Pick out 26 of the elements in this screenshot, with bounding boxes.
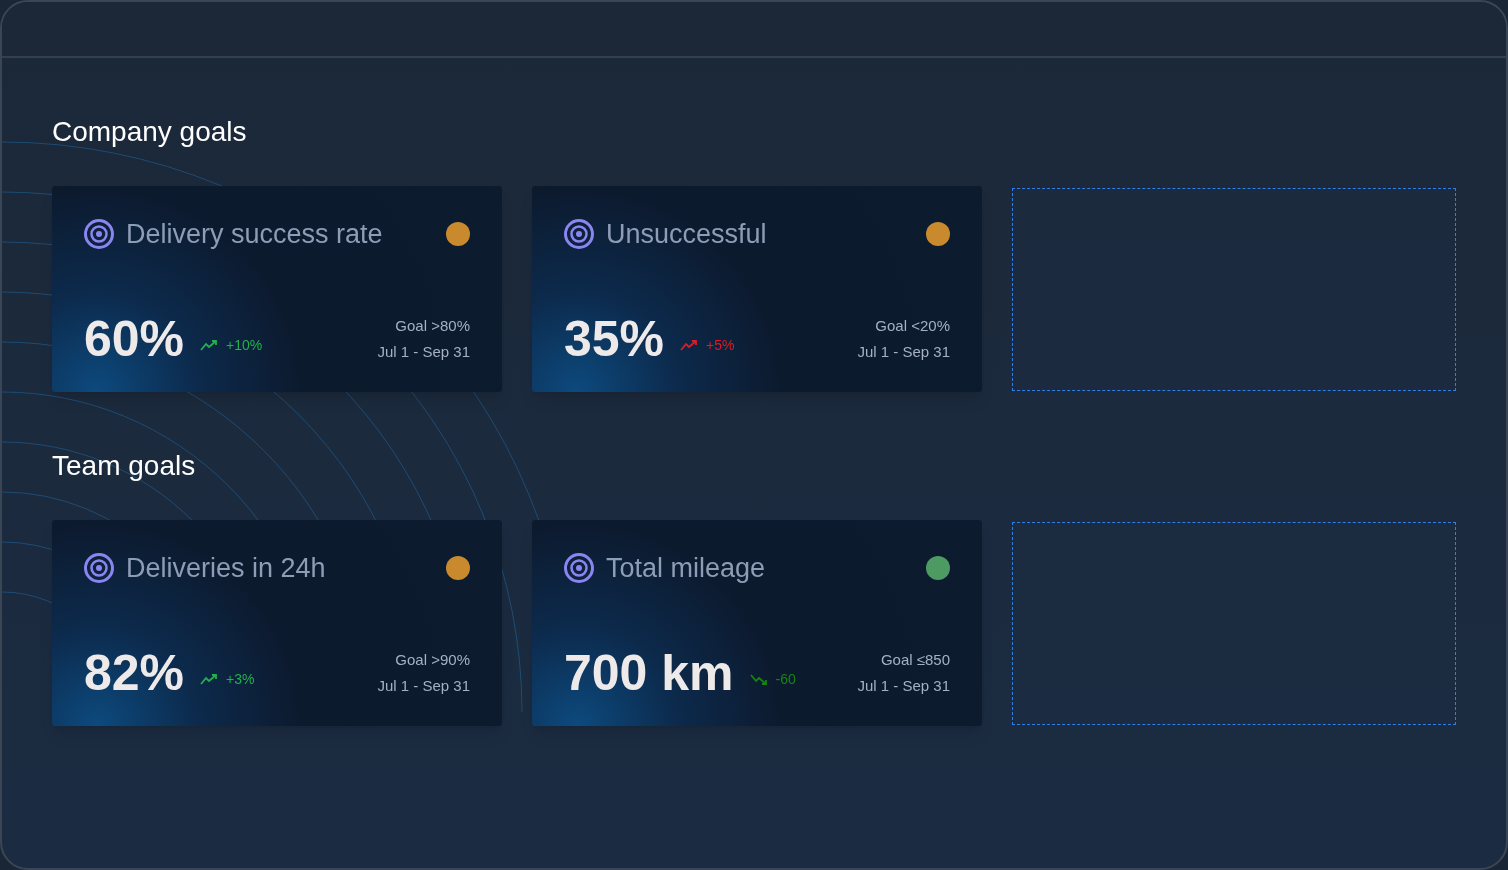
metric-value: 700 km [564,648,734,698]
metric-value: 60% [84,314,185,364]
target-icon [84,553,114,584]
trend-value: +10% [226,335,263,355]
trend-value: +5% [706,335,735,355]
card-title: Delivery success rate [126,218,384,251]
card-title: Deliveries in 24h [126,552,327,585]
metric-value: 35% [564,314,665,364]
trend-value: +3% [226,669,255,689]
section-title: Company goals [52,118,248,146]
metric-value: 82% [84,648,185,698]
date-range: Jul 1 - Sep 31 [857,676,950,696]
target-icon [564,219,594,250]
section-title: Team goals [52,452,197,480]
goal-target: Goal >80% [395,315,470,336]
goal-target: Goal ≤850 [880,649,950,670]
goal-target: Goal <20% [875,315,950,336]
date-range: Jul 1 - Sep 31 [377,342,470,362]
date-range: Jul 1 - Sep 31 [377,676,470,696]
target-icon [564,553,594,584]
trend-value: -60 [775,669,796,689]
target-icon [84,219,114,250]
card-title: Total mileage [606,552,767,585]
goal-target: Goal >90% [395,649,470,670]
card-title: Unsuccessful [606,218,768,251]
date-range: Jul 1 - Sep 31 [857,342,950,362]
